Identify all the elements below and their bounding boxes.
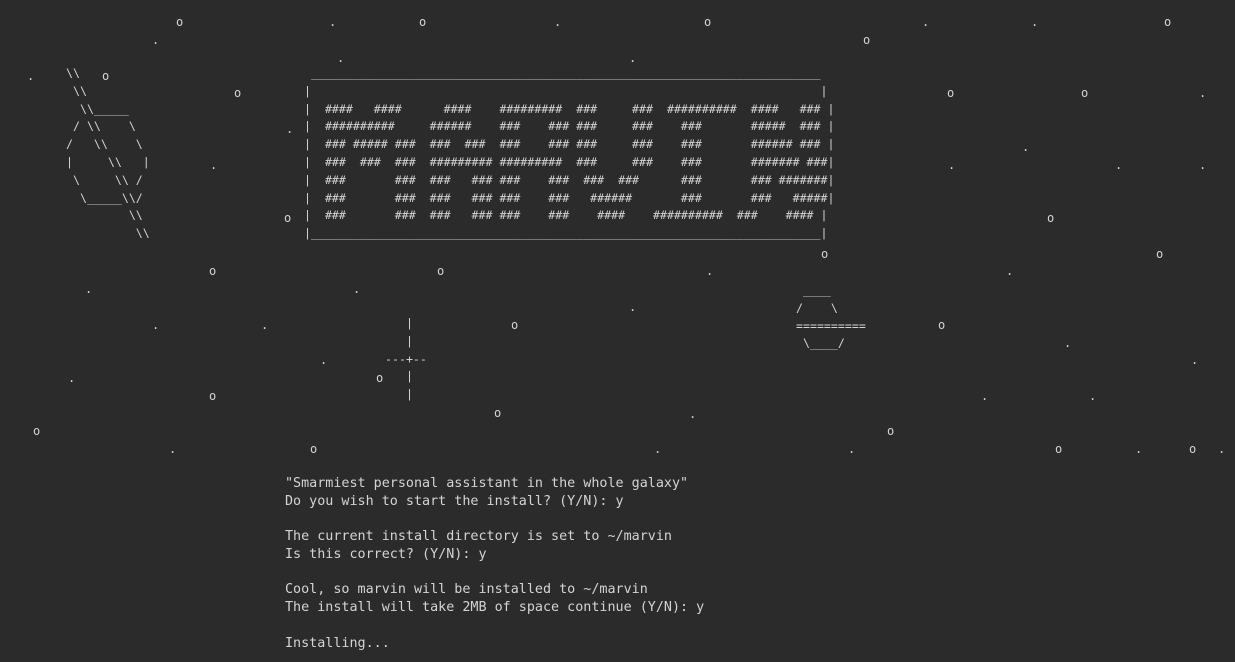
star: o — [1189, 442, 1197, 456]
star: o — [1081, 86, 1089, 100]
star: . — [948, 158, 956, 172]
star: . — [1064, 336, 1072, 350]
star: . — [68, 371, 76, 385]
star: . — [981, 389, 989, 403]
star: . — [85, 282, 93, 296]
star: . — [629, 300, 637, 314]
star: . — [1022, 140, 1030, 154]
star: . — [152, 33, 160, 47]
star: o — [437, 264, 445, 278]
star: o — [887, 424, 895, 438]
star: o — [234, 86, 242, 100]
install-size-prompt: The install will take 2MB of space conti… — [285, 600, 705, 615]
spaceship-ascii-art: \\ \\ \\_____ / \\ \ / \\ \ | \\ | \ \\ … — [66, 66, 150, 241]
star: . — [1089, 389, 1097, 403]
ufo-ascii-art: ____ / \ ========== \____/ — [796, 283, 866, 351]
crosshair-ascii-art: | | ---+-- | | — [385, 316, 427, 402]
star: o — [376, 371, 384, 385]
star: . — [1199, 86, 1207, 100]
installing-status: Installing... — [285, 636, 390, 651]
star: . — [210, 158, 218, 172]
install-target-text: Cool, so marvin will be installed to ~/m… — [285, 582, 648, 597]
star: . — [689, 407, 697, 421]
star: . — [554, 15, 562, 29]
marvin-banner-ascii-art: ________________________________________… — [304, 66, 835, 241]
star: o — [938, 318, 946, 332]
star: . — [27, 69, 35, 83]
star: o — [511, 318, 519, 332]
star: . — [654, 442, 662, 456]
start-install-prompt: Do you wish to start the install? (Y/N):… — [285, 494, 624, 509]
star: . — [706, 264, 714, 278]
star: . — [1031, 15, 1039, 29]
star: . — [1135, 442, 1143, 456]
star: . — [1218, 442, 1226, 456]
star: . — [353, 282, 361, 296]
star: . — [922, 15, 930, 29]
star: o — [947, 86, 955, 100]
star: o — [284, 211, 292, 225]
star: o — [1164, 15, 1172, 29]
star: . — [329, 15, 337, 29]
star: o — [821, 247, 829, 261]
star: o — [704, 15, 712, 29]
star: . — [1115, 158, 1123, 172]
star: o — [1047, 211, 1055, 225]
star: . — [848, 442, 856, 456]
star: . — [320, 353, 328, 367]
install-directory-text: The current install directory is set to … — [285, 529, 672, 544]
star: . — [629, 51, 637, 65]
star: . — [261, 318, 269, 332]
star: . — [1191, 353, 1199, 367]
star: . — [337, 51, 345, 65]
star: o — [209, 389, 217, 403]
star: o — [494, 406, 502, 420]
star: o — [419, 15, 427, 29]
star: o — [310, 442, 318, 456]
star: . — [286, 122, 294, 136]
star: . — [1006, 264, 1014, 278]
star: o — [1055, 442, 1063, 456]
star: o — [176, 15, 184, 29]
star: o — [1156, 247, 1164, 261]
star: o — [33, 424, 41, 438]
star: . — [169, 442, 177, 456]
star: o — [209, 264, 217, 278]
terminal-window[interactable]: o . o . o . . o . o . . . o . o o . o o … — [0, 0, 1235, 662]
star: o — [863, 33, 871, 47]
star: . — [152, 318, 160, 332]
star: . — [1199, 158, 1207, 172]
confirm-directory-prompt: Is this correct? (Y/N): y — [285, 547, 487, 562]
tagline-text: "Smarmiest personal assistant in the who… — [285, 476, 689, 491]
